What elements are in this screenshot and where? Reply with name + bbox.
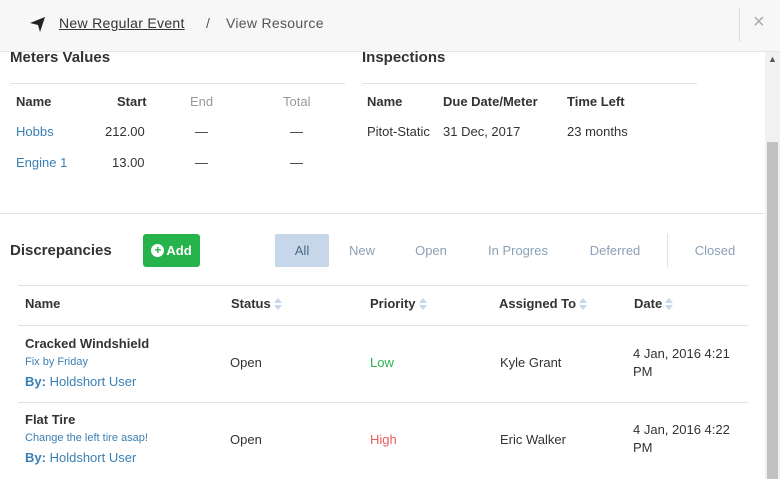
discrepancy-status: Open xyxy=(230,355,262,370)
discrepancy-status: Open xyxy=(230,432,262,447)
breadcrumb-current: View Resource xyxy=(226,15,324,31)
column-header-status-label: Status xyxy=(231,296,271,311)
column-header-date-label: Date xyxy=(634,296,663,311)
meters-header-end: End xyxy=(190,94,214,109)
inspections-divider xyxy=(362,83,697,84)
discrepancy-name[interactable]: Flat Tire xyxy=(25,412,75,427)
discrepancy-priority: High xyxy=(370,432,397,447)
filter-divider xyxy=(667,234,668,267)
meters-title: Meters Values xyxy=(10,49,111,66)
close-icon[interactable]: × xyxy=(753,12,765,32)
meters-header-name: Name xyxy=(16,94,52,109)
section-divider xyxy=(0,213,765,214)
add-button-label: Add xyxy=(166,243,192,258)
column-header-priority[interactable]: Priority xyxy=(370,296,428,311)
meter-total: — xyxy=(290,155,303,170)
sort-icon xyxy=(273,298,283,311)
meter-start: 212.00 xyxy=(105,124,145,139)
sort-icon xyxy=(418,298,428,311)
inspections-header-due: Due Date/Meter xyxy=(443,94,538,109)
inspection-due: 31 Dec, 2017 xyxy=(443,124,521,139)
meter-total: — xyxy=(290,124,303,139)
meters-header-total: Total xyxy=(283,94,311,109)
discrepancy-priority: Low xyxy=(370,355,394,370)
sort-icon xyxy=(579,298,588,311)
meter-name-hobbs[interactable]: Hobbs xyxy=(16,124,54,139)
breadcrumb-parent-link[interactable]: New Regular Event xyxy=(59,15,185,31)
modal-header: New Regular Event / View Resource × xyxy=(0,0,780,52)
plus-circle-icon: + xyxy=(151,244,165,257)
filter-closed[interactable]: Closed xyxy=(684,234,746,267)
column-header-name: Name xyxy=(25,296,61,311)
column-header-date[interactable]: Date xyxy=(634,296,674,311)
discrepancy-assigned-to: Eric Walker xyxy=(500,432,566,447)
inspection-time-left: 23 months xyxy=(567,124,628,139)
discrepancy-date: 4 Jan, 2016 4:21 PM xyxy=(633,346,730,379)
inspections-title: Inspections xyxy=(362,49,446,66)
filter-all[interactable]: All xyxy=(275,234,329,267)
meters-header-start: Start xyxy=(117,94,147,109)
add-discrepancy-button[interactable]: + Add xyxy=(143,234,200,267)
filter-new[interactable]: New xyxy=(340,234,384,267)
filter-open[interactable]: Open xyxy=(405,234,457,267)
meter-end: — xyxy=(195,124,208,139)
discrepancy-date: 4 Jan, 2016 4:22 PM xyxy=(633,422,730,455)
column-header-assigned-label: Assigned To xyxy=(499,296,577,311)
discrepancy-note: Change the left tire asap! xyxy=(25,432,148,444)
meter-name-engine-1[interactable]: Engine 1 xyxy=(16,155,67,170)
filter-in-progress[interactable]: In Progres xyxy=(478,234,558,267)
meter-end: — xyxy=(195,155,208,170)
sort-icon xyxy=(665,298,674,311)
meters-divider xyxy=(10,83,345,84)
reporter-name: Holdshort User xyxy=(49,450,137,465)
scroll-up-arrow-icon[interactable]: ▲ xyxy=(768,54,777,64)
airplane-icon xyxy=(30,17,45,32)
filter-deferred[interactable]: Deferred xyxy=(580,234,650,267)
inspections-header-time-left: Time Left xyxy=(567,94,625,109)
reporter-name: Holdshort User xyxy=(49,374,137,389)
discrepancies-title: Discrepancies xyxy=(10,242,112,259)
table-header-border xyxy=(18,325,748,326)
discrepancy-reporter: By: Holdshort User xyxy=(25,374,136,389)
scrollbar-thumb[interactable] xyxy=(767,142,778,479)
meter-start: 13.00 xyxy=(112,155,145,170)
discrepancy-note: Fix by Friday xyxy=(25,356,88,368)
discrepancy-assigned-to: Kyle Grant xyxy=(500,355,562,370)
inspection-name: Pitot-Static xyxy=(367,124,430,139)
reporter-prefix: By: xyxy=(25,450,46,465)
column-header-assigned-to[interactable]: Assigned To xyxy=(499,296,588,311)
column-header-priority-label: Priority xyxy=(370,296,416,311)
inspections-header-name: Name xyxy=(367,94,403,109)
discrepancy-name[interactable]: Cracked Windshield xyxy=(25,336,149,351)
reporter-prefix: By: xyxy=(25,374,46,389)
table-top-border xyxy=(18,285,748,286)
discrepancy-reporter: By: Holdshort User xyxy=(25,450,136,465)
breadcrumb-separator: / xyxy=(206,15,210,31)
column-header-status[interactable]: Status xyxy=(231,296,283,311)
table-row-border xyxy=(18,402,748,403)
header-divider xyxy=(739,8,740,42)
